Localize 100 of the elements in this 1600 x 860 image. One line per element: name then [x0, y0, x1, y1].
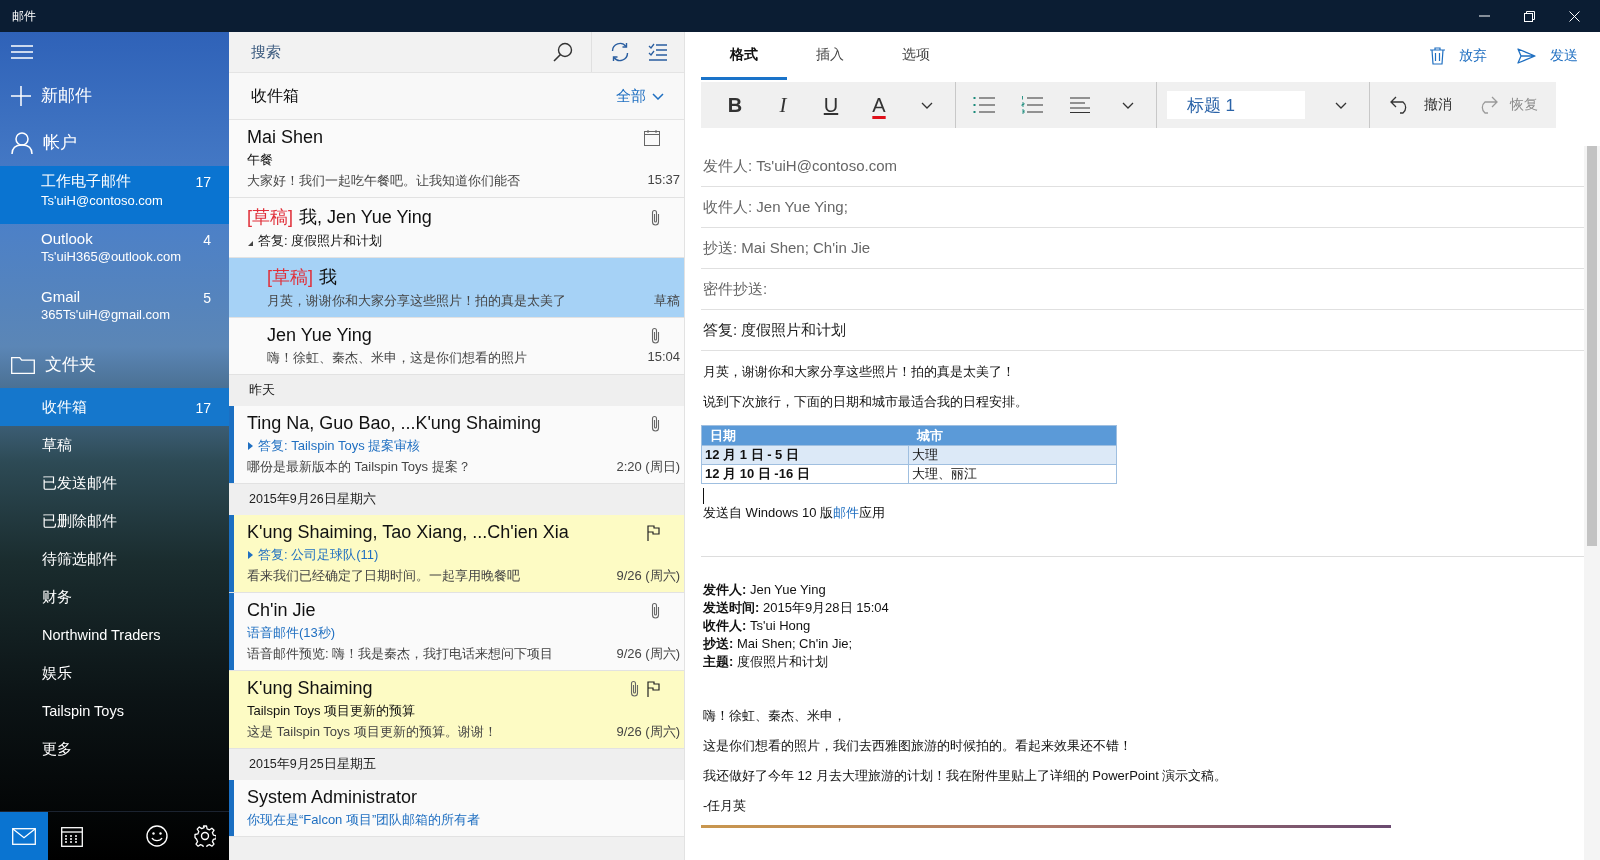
- flag-icon[interactable]: [647, 680, 660, 697]
- account-email: Ts'uiH365@outlook.com: [41, 249, 181, 264]
- style-field[interactable]: 标题 1: [1166, 91, 1306, 119]
- body-paragraph: 月英，谢谢你和大家分享这些照片！拍的真是太美了！: [702, 363, 1016, 381]
- message-item[interactable]: [草稿] 我 月英，谢谢你和大家分享这些照片！拍的真是太美了 草稿: [229, 258, 684, 318]
- message-preview: 大家好！我们一起吃午餐吧。让我知道你们能否: [247, 172, 520, 190]
- draft-tag: [草稿]: [267, 265, 313, 289]
- folder-item[interactable]: Northwind Traders: [0, 616, 229, 654]
- message-preview: 语音邮件预览: 嗨！我是秦杰，我打电话来想问下项目: [247, 645, 554, 663]
- folder-item[interactable]: 更多: [0, 730, 229, 768]
- table-cell: 12 月 1 日 - 5 日: [701, 445, 909, 465]
- folder-item[interactable]: 财务: [0, 578, 229, 616]
- message-preview: 月英，谢谢你和大家分享这些照片！拍的真是太美了: [267, 292, 566, 310]
- message-item[interactable]: Ting Na, Guo Bao, ...K'ung Shaiming 答复: Tailspin Toys 提案审核 哪份是最新版本的 Tailspin Toys 提案？ 2:20 (周日): [229, 406, 684, 484]
- message-item[interactable]: K'ung Shaiming Tailspin Toys 项目更新的预算 这是 Tailspin Toys 项目更新的预算。谢谢！ 9/26 (周六): [229, 671, 684, 749]
- draft-tag: [草稿]: [247, 205, 293, 229]
- new-mail-button[interactable]: 新邮件: [0, 72, 229, 119]
- address-field[interactable]: 发件人: Ts'uiH@contoso.com: [701, 146, 1584, 187]
- folder-item[interactable]: 收件箱 17: [0, 388, 229, 426]
- address-field[interactable]: 密件抄送:: [701, 269, 1584, 310]
- italic-button[interactable]: I: [763, 85, 803, 125]
- message-item[interactable]: System Administrator 你现在是“Falcon 项目”团队邮箱的所有者: [229, 780, 684, 837]
- mail-icon: [12, 827, 36, 845]
- folder-name: 已删除邮件: [42, 511, 117, 531]
- quoted-paragraph: -任月英: [702, 797, 748, 815]
- folder-item[interactable]: 待筛选邮件: [0, 540, 229, 578]
- message-item[interactable]: Jen Yue Ying 嗨！徐虹、秦杰、米申，这是你们想看的照片 15:04: [229, 318, 684, 375]
- account-name: Gmail: [41, 288, 82, 305]
- message-item[interactable]: Ch'in Jie 语音邮件(13秒) 语音邮件预览: 嗨！我是秦杰，我打电话来想问下项目 9/26 (周六): [229, 593, 684, 671]
- message-time: 2:20 (周日): [616, 458, 680, 476]
- signature-text: 发送自 Windows 10 版邮件应用: [702, 504, 887, 522]
- chevron-down-icon: [652, 92, 664, 100]
- folder-item[interactable]: 已发送邮件: [0, 464, 229, 502]
- account-item[interactable]: Gmail 365Ts'uiH@gmail.com 5: [0, 282, 229, 340]
- message-item[interactable]: K'ung Shaiming, Tao Xiang, ...Ch'ien Xia 答复: 公司足球队(11) 看来我们已经确定了日期时间。一起享用晚餐吧 9/26 (周六): [229, 515, 684, 593]
- table-header: 日期: [701, 425, 909, 446]
- message-subject: 答复: 度假照片和计划: [258, 232, 383, 250]
- filter-dropdown[interactable]: 全部: [616, 86, 664, 106]
- folder-item[interactable]: 草稿: [0, 426, 229, 464]
- sender-name: 我, Jen Yue Ying: [299, 206, 432, 229]
- message-item[interactable]: [草稿] 我, Jen Yue Ying 答复: 度假照片和计划: [229, 198, 684, 258]
- table-cell: 大理: [908, 445, 1117, 465]
- sender-name: Ting Na, Guo Bao, ...K'ung Shaiming: [247, 413, 541, 434]
- folder-item[interactable]: Tailspin Toys: [0, 692, 229, 730]
- folder-name: 财务: [42, 587, 72, 607]
- quoted-header-line: 主题: 度假照片和计划: [703, 653, 829, 671]
- mail-nav-button[interactable]: [0, 812, 48, 860]
- thread-triangle-icon[interactable]: [247, 551, 254, 559]
- folder-item[interactable]: 娱乐: [0, 654, 229, 692]
- address-field[interactable]: 抄送: Mai Shen; Ch'in Jie: [701, 228, 1584, 269]
- underline-button[interactable]: U: [811, 85, 851, 125]
- send-button[interactable]: 发送: [1517, 32, 1578, 80]
- unread-count: 4: [203, 231, 211, 248]
- search-field[interactable]: 搜索: [229, 32, 684, 73]
- sender-name: Jen Yue Ying: [267, 325, 372, 346]
- text-cursor: [703, 488, 704, 504]
- flag-icon[interactable]: [647, 524, 660, 541]
- message-item[interactable]: Mai Shen 午餐 大家好！我们一起吃午餐吧。让我知道你们能否 15:37: [229, 120, 684, 198]
- chevron-down-icon: [1335, 101, 1348, 109]
- folder-item[interactable]: 已删除邮件: [0, 502, 229, 540]
- message-time: 15:37: [647, 172, 680, 189]
- restore-icon[interactable]: [1524, 10, 1535, 22]
- message-preview: 嗨！徐虹、秦杰、米申，这是你们想看的照片: [267, 349, 527, 367]
- sender-name: Ch'in Jie: [247, 600, 316, 621]
- discard-button[interactable]: 放弃: [1430, 32, 1487, 80]
- window-title: 邮件: [12, 7, 36, 25]
- address-field[interactable]: 收件人: Jen Yue Ying;: [701, 187, 1584, 228]
- settings-icon: [194, 825, 216, 847]
- account-item[interactable]: 工作电子邮件 Ts'uiH@contoso.com 17: [0, 166, 229, 224]
- search-icon[interactable]: [553, 42, 573, 62]
- chevron-down-icon: [1121, 101, 1134, 109]
- table-cell: 大理、丽江: [908, 464, 1117, 484]
- checklist-icon[interactable]: [648, 43, 668, 61]
- sender-name: 我: [319, 266, 337, 289]
- scroll-bar[interactable]: [1584, 146, 1600, 860]
- calendar-icon: [61, 825, 83, 847]
- thread-triangle-icon[interactable]: [247, 239, 254, 247]
- folders-button[interactable]: 文件夹: [0, 340, 229, 388]
- thread-triangle-icon[interactable]: [247, 442, 254, 450]
- account-item[interactable]: Outlook Ts'uiH365@outlook.com 4: [0, 224, 229, 282]
- folder-name: 已发送邮件: [42, 473, 117, 493]
- accounts-button[interactable]: 帐户: [0, 119, 229, 166]
- bulleted-list-icon: [972, 97, 995, 113]
- undo-button[interactable]: 撤消: [1386, 85, 1456, 125]
- chevron-down-icon: [921, 101, 933, 109]
- ribbon-tab[interactable]: 插入: [787, 32, 873, 80]
- subject-field[interactable]: 答复: 度假照片和计划: [701, 310, 1584, 351]
- account-email: Ts'uiH@contoso.com: [41, 193, 163, 208]
- message-subject: 你现在是“Falcon 项目”团队邮箱的所有者: [247, 811, 481, 829]
- mail-app-link[interactable]: 邮件: [833, 505, 860, 520]
- ribbon-tab[interactable]: 选项: [873, 32, 959, 80]
- close-icon[interactable]: [1569, 10, 1580, 22]
- sync-icon[interactable]: [610, 42, 630, 62]
- sender-name: K'ung Shaiming, Tao Xiang, ...Ch'ien Xia: [247, 522, 569, 543]
- bold-button[interactable]: B: [715, 85, 755, 125]
- menu-icon[interactable]: [11, 45, 33, 59]
- font-color-button[interactable]: A: [859, 85, 899, 125]
- quoted-header-line: 收件人: Ts'ui Hong: [703, 617, 812, 635]
- message-subject: 语音邮件(13秒): [247, 624, 336, 642]
- table-header: 城市: [908, 425, 1117, 446]
